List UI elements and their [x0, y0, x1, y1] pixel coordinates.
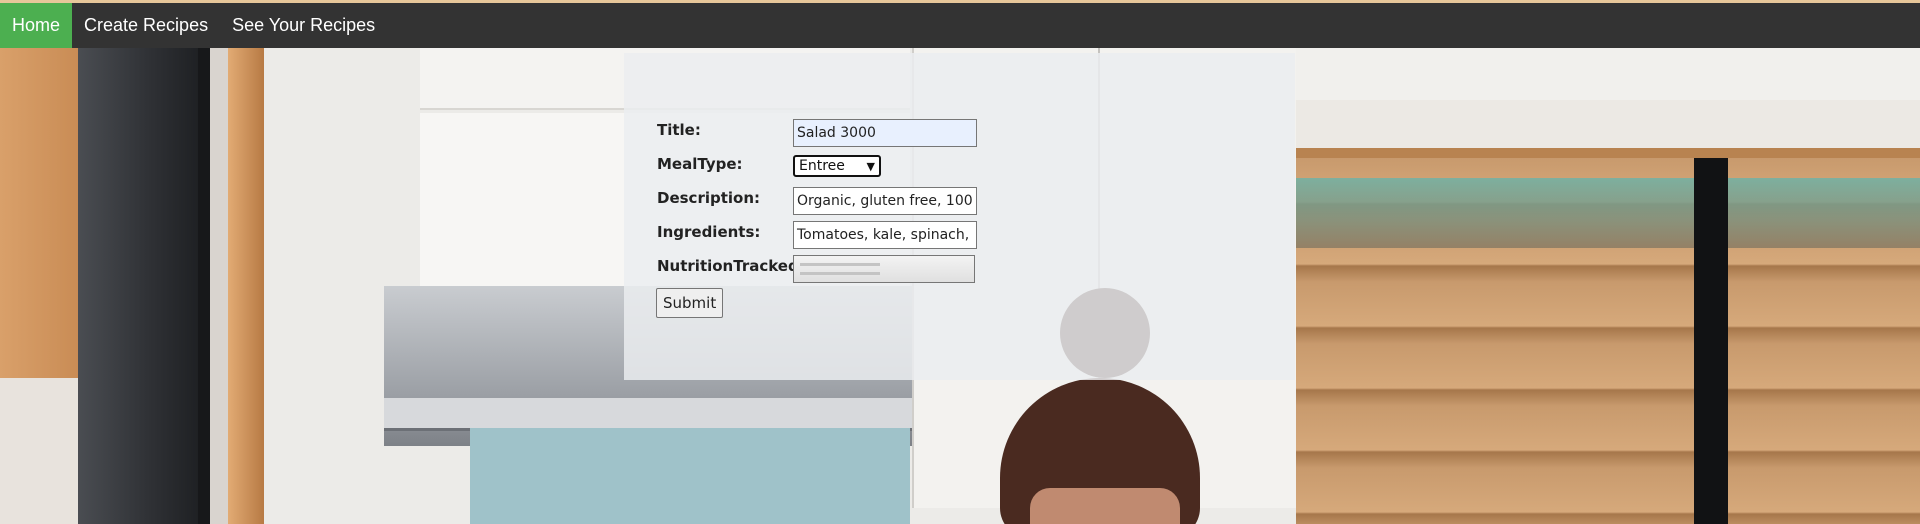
nav-home-link[interactable]: Home [0, 3, 73, 48]
title-label: Title: [657, 121, 701, 139]
ingredients-input[interactable]: Tomatoes, kale, spinach, [793, 221, 977, 249]
page: Home Create Recipes See Your Recipes Tit… [0, 0, 1920, 524]
title-row: Title: Salad 3000 [657, 119, 1057, 149]
mealtype-selected-value: Entree [799, 158, 845, 174]
nav-create-recipes-link[interactable]: Create Recipes [72, 3, 220, 48]
nutrition-tracked-input[interactable] [793, 255, 975, 283]
description-row: Description: Organic, gluten free, 100 [657, 187, 1057, 217]
title-input[interactable]: Salad 3000 [793, 119, 977, 147]
mealtype-label: MealType: [657, 155, 743, 173]
submit-button[interactable]: Submit [656, 288, 724, 318]
description-label: Description: [657, 189, 761, 207]
top-navbar: Home Create Recipes See Your Recipes [0, 3, 1920, 48]
mealtype-row: MealType: Entree ▼ [657, 153, 1057, 183]
chevron-down-icon: ▼ [866, 159, 875, 173]
description-input[interactable]: Organic, gluten free, 100 [793, 187, 977, 215]
ingredients-label: Ingredients: [657, 223, 761, 241]
nutrition-label: NutritionTracked: [657, 257, 805, 275]
nutrition-row: NutritionTracked: [657, 255, 1057, 285]
recipe-form: Title: Salad 3000 MealType: Entree ▼ Des… [624, 53, 1295, 380]
ingredients-row: Ingredients: Tomatoes, kale, spinach, [657, 221, 1057, 251]
mealtype-select[interactable]: Entree ▼ [793, 155, 881, 177]
nav-see-your-recipes-link[interactable]: See Your Recipes [220, 3, 387, 48]
